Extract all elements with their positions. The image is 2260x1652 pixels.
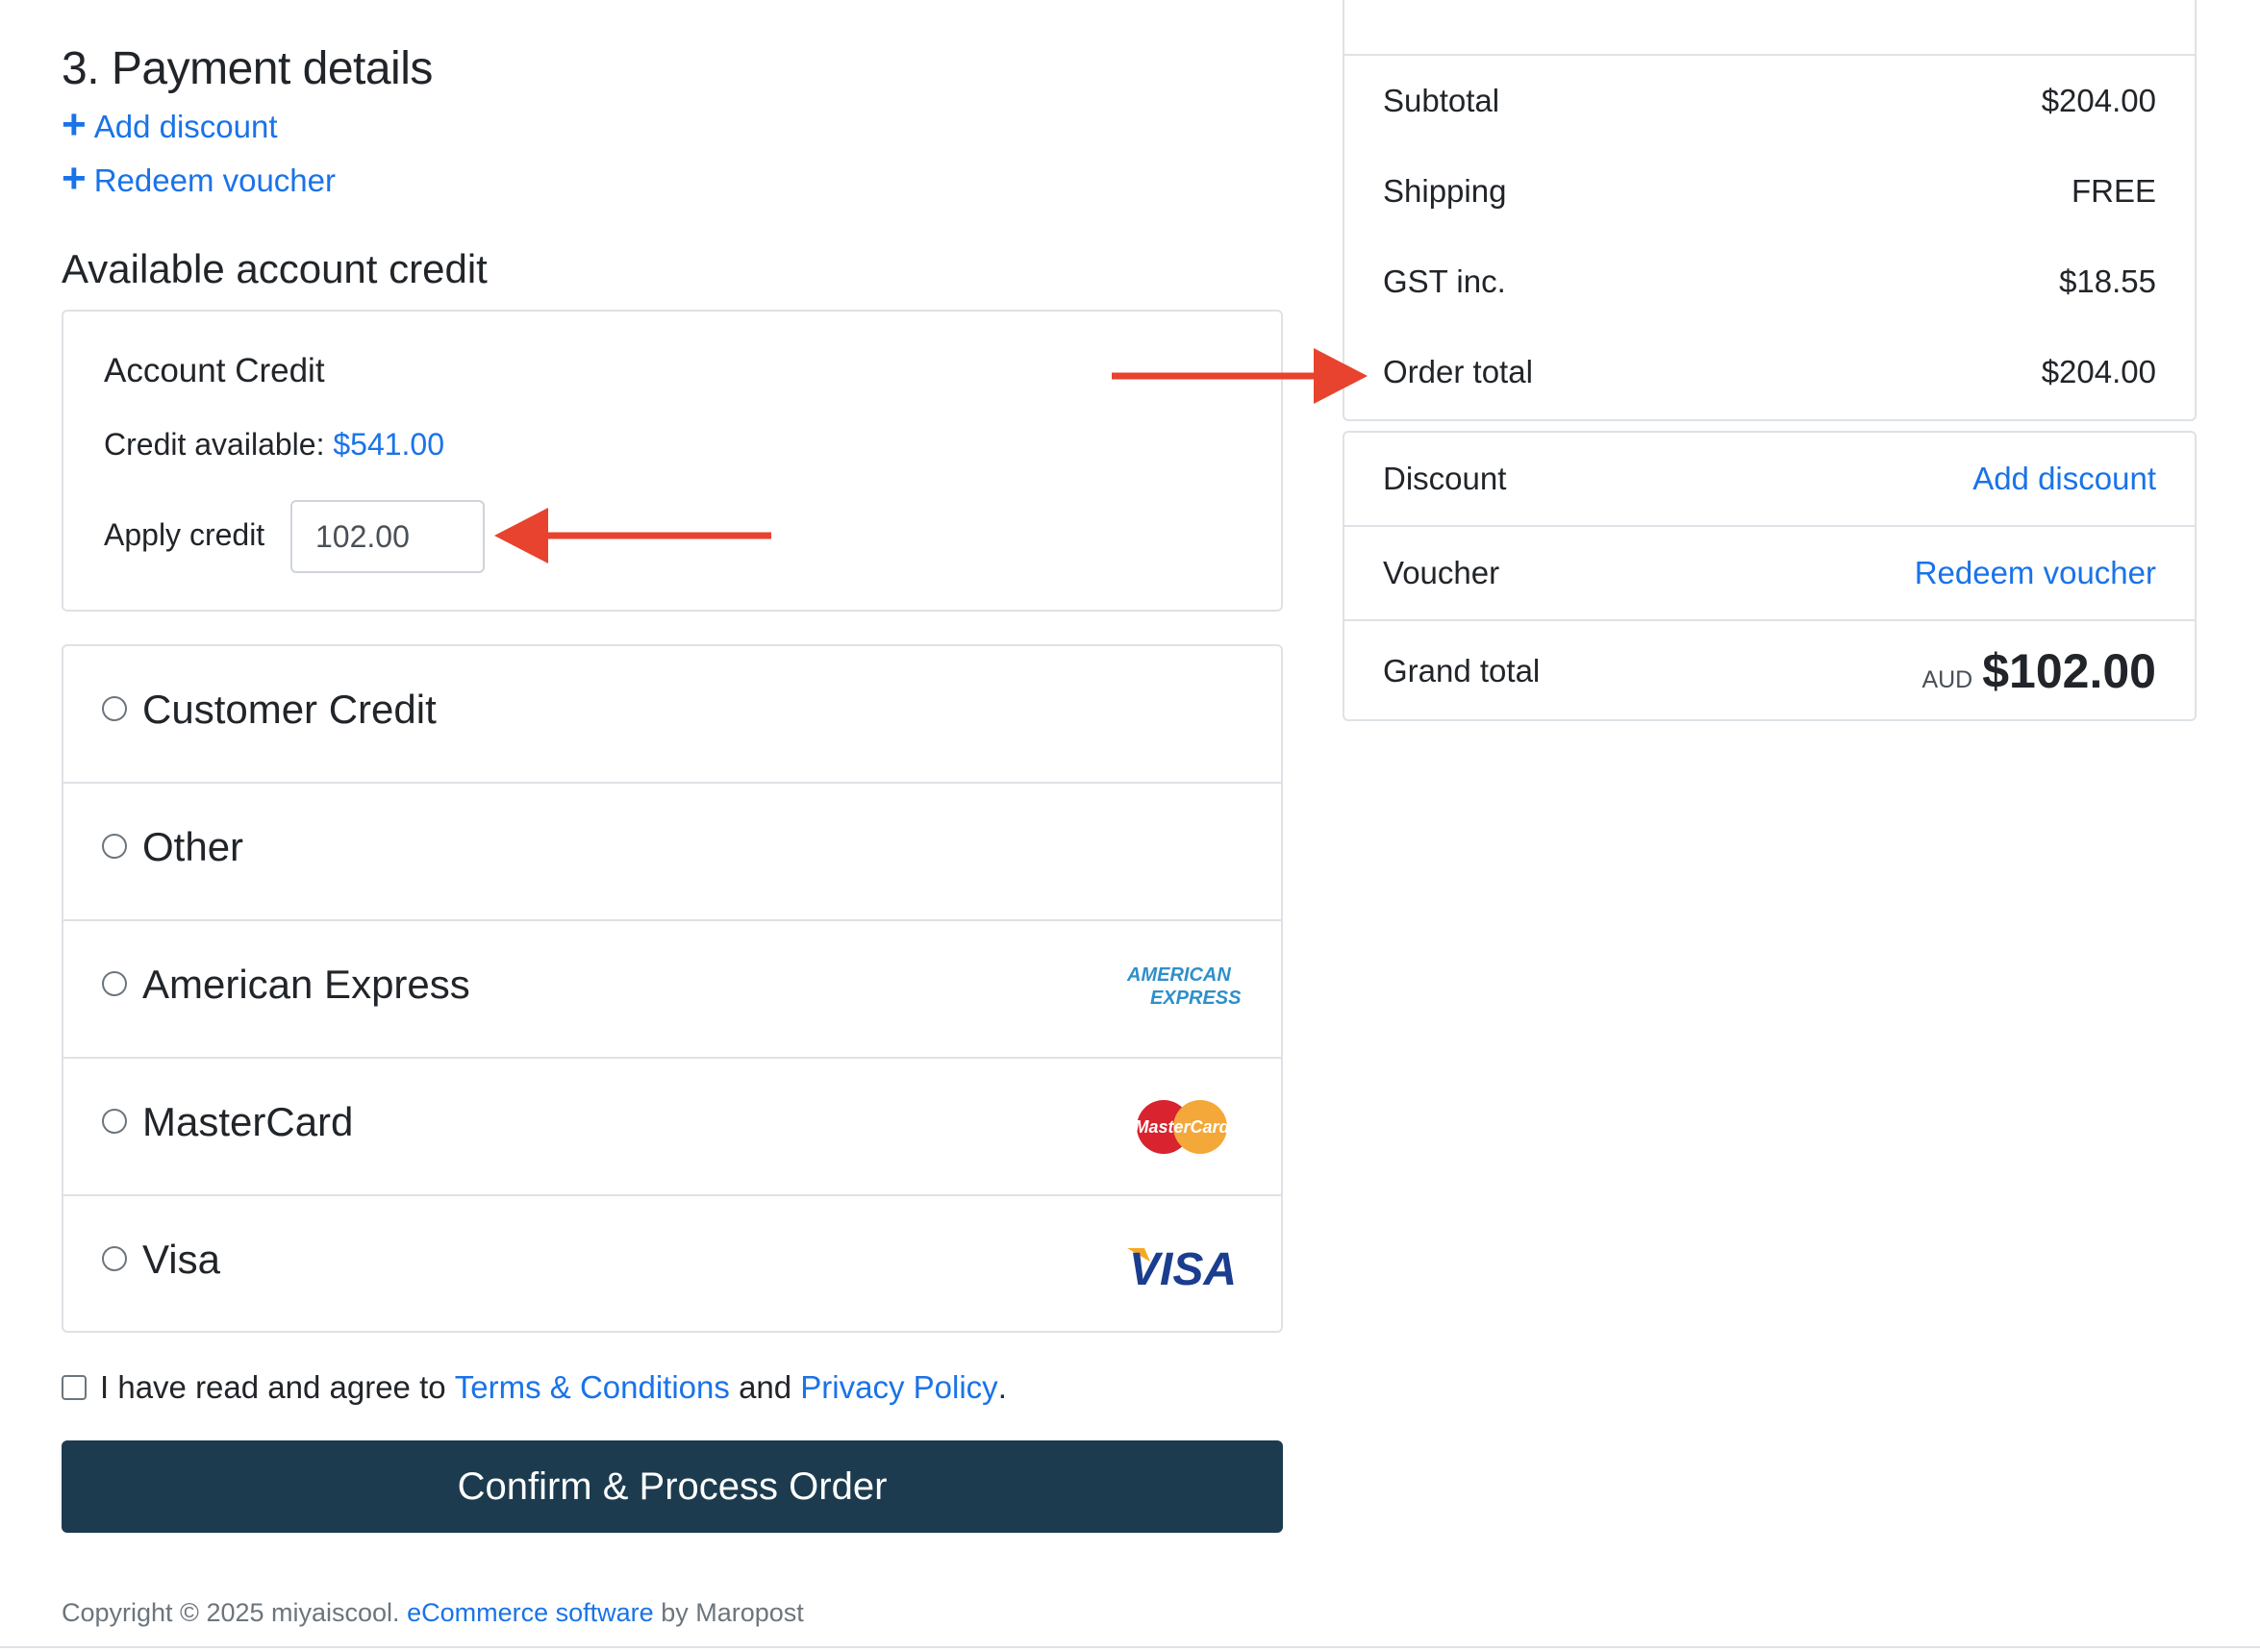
grand-total-value: $102.00 [1982, 644, 2156, 698]
other-radio[interactable] [102, 834, 127, 859]
shipping-row: Shipping FREE [1383, 173, 2156, 210]
confirm-process-order-button[interactable]: Confirm & Process Order [62, 1440, 1283, 1533]
account-credit-heading: Account Credit [104, 352, 325, 389]
payment-method-label: Other [142, 824, 244, 869]
redeem-voucher-label: Redeem voucher [93, 163, 337, 198]
credit-available-label: Credit available: [104, 427, 325, 462]
subtotal-value: $204.00 [2041, 83, 2156, 118]
annotation-arrow-left-icon [494, 508, 771, 563]
voucher-row: Voucher Redeem voucher [1344, 527, 2195, 621]
totals-panel: Discount Add discount Voucher Redeem vou… [1343, 431, 2197, 721]
amex-logo-icon: AMERICAN EXPRESS [1126, 964, 1242, 1009]
order-total-value: $204.00 [2041, 354, 2156, 389]
payment-methods-list: Customer Credit Other American Express A… [62, 644, 1283, 1333]
payment-method-other[interactable]: Other [63, 784, 1281, 921]
american-express-radio[interactable] [102, 971, 127, 996]
visa-logo-icon: VISA [1127, 1244, 1237, 1290]
grand-total-row: Grand total AUD $102.00 [1344, 621, 2195, 721]
annotation-arrow-right-icon [1112, 348, 1368, 404]
plus-icon: + [62, 155, 87, 202]
grand-total-amount: AUD $102.00 [1921, 643, 2156, 699]
payment-method-american-express[interactable]: American Express AMERICAN EXPRESS [63, 921, 1281, 1059]
ecommerce-software-link[interactable]: eCommerce software [407, 1598, 654, 1627]
gst-value: $18.55 [2059, 263, 2156, 299]
grand-total-currency: AUD [1921, 666, 1973, 693]
footer: Copyright © 2025 miyaiscool. eCommerce s… [62, 1598, 804, 1628]
apply-credit-input[interactable] [290, 500, 485, 573]
redeem-voucher-link[interactable]: + Redeem voucher [62, 158, 337, 200]
plus-icon: + [62, 101, 87, 148]
terms-prefix: I have read and agree to [100, 1369, 446, 1405]
terms-link[interactable]: Terms & Conditions [455, 1369, 730, 1406]
payment-method-mastercard[interactable]: MasterCard MasterCard [63, 1059, 1281, 1196]
shipping-label: Shipping [1383, 173, 1507, 209]
gst-label: GST inc. [1383, 263, 1506, 299]
payment-method-label: American Express [142, 962, 470, 1007]
customer-credit-radio[interactable] [102, 696, 127, 721]
add-discount-label: Add discount [93, 109, 278, 144]
payment-method-customer-credit[interactable]: Customer Credit [63, 646, 1281, 784]
amex-logo-text-1: AMERICAN [1126, 964, 1231, 986]
mastercard-radio[interactable] [102, 1109, 127, 1134]
visa-radio[interactable] [102, 1246, 127, 1271]
amex-logo-text-2: EXPRESS [1150, 988, 1242, 1009]
gst-row: GST inc. $18.55 [1383, 263, 2156, 300]
footer-by: by Maropost [661, 1598, 804, 1627]
order-summary-panel: Subtotal $204.00 Shipping FREE GST inc. … [1343, 0, 2197, 421]
payment-method-label: MasterCard [142, 1099, 354, 1144]
terms-suffix: . [997, 1369, 1007, 1405]
payment-method-label: Visa [142, 1237, 220, 1282]
footer-copyright: Copyright © 2025 miyaiscool. [62, 1598, 400, 1627]
apply-credit-label: Apply credit [104, 517, 265, 552]
order-total-label: Order total [1383, 354, 1533, 389]
voucher-label: Voucher [1383, 555, 1500, 590]
mastercard-logo-icon: MasterCard [1135, 1100, 1231, 1154]
add-discount-link[interactable]: + Add discount [62, 104, 278, 146]
discount-row: Discount Add discount [1344, 433, 2195, 527]
credit-available: Credit available: $541.00 [104, 427, 444, 463]
order-total-row: Order total $204.00 [1383, 354, 2156, 390]
credit-available-amount: $541.00 [333, 427, 445, 462]
summary-redeem-voucher-link[interactable]: Redeem voucher [1915, 555, 2156, 591]
subtotal-row: Subtotal $204.00 [1383, 83, 2156, 119]
footer-divider [0, 1646, 2260, 1648]
summary-divider [1344, 54, 2195, 56]
page-title: 3. Payment details [62, 43, 433, 94]
terms-checkbox[interactable] [62, 1375, 87, 1400]
terms-agreement: I have read and agree to Terms & Conditi… [62, 1369, 1007, 1406]
payment-method-visa[interactable]: Visa VISA [63, 1196, 1281, 1331]
visa-logo-text: VISA [1129, 1244, 1237, 1290]
privacy-policy-link[interactable]: Privacy Policy [800, 1369, 997, 1406]
subtotal-label: Subtotal [1383, 83, 1500, 118]
summary-add-discount-link[interactable]: Add discount [1972, 461, 2156, 497]
grand-total-label: Grand total [1383, 653, 1541, 688]
mastercard-logo-text: MasterCard [1135, 1117, 1231, 1137]
terms-and: and [739, 1369, 792, 1405]
account-credit-section-title: Available account credit [62, 246, 488, 291]
discount-label: Discount [1383, 461, 1507, 496]
payment-method-label: Customer Credit [142, 687, 437, 732]
shipping-value: FREE [2071, 173, 2156, 209]
